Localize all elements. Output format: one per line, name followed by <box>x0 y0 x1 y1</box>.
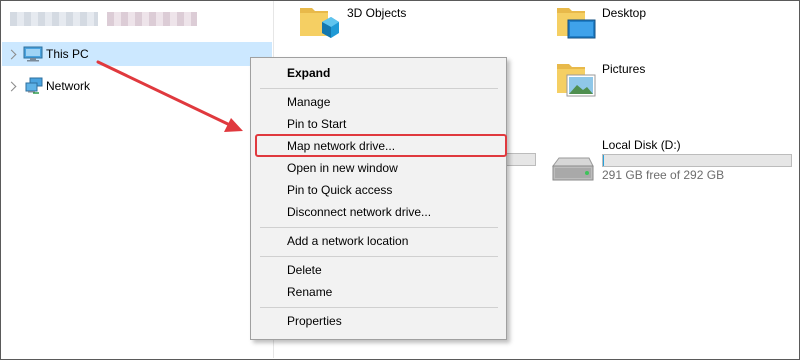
menu-separator <box>260 256 498 257</box>
menu-separator <box>260 307 498 308</box>
folder-label: Pictures <box>602 62 646 76</box>
menu-item-add-network-location[interactable]: Add a network location <box>287 234 408 248</box>
menu-item-rename[interactable]: Rename <box>287 285 332 299</box>
network-icon <box>25 77 43 94</box>
drive-usage-bar <box>602 154 792 167</box>
menu-item-pin-to-start[interactable]: Pin to Start <box>287 117 346 131</box>
3d-objects-folder-icon <box>300 8 339 38</box>
blurred-nav-item <box>10 12 98 26</box>
nav-item-network[interactable]: Network <box>2 74 272 98</box>
nav-item-label: Network <box>46 79 91 93</box>
computer-icon <box>23 46 43 62</box>
menu-item-map-network-drive[interactable]: Map network drive... <box>287 139 395 153</box>
navigation-pane: This PC Network <box>1 1 274 358</box>
chevron-right-icon[interactable] <box>6 49 17 60</box>
pictures-folder-icon <box>557 64 596 97</box>
desktop-folder-icon <box>557 8 596 39</box>
menu-item-manage[interactable]: Manage <box>287 95 330 109</box>
menu-separator <box>260 88 498 89</box>
chevron-right-icon[interactable] <box>6 81 17 92</box>
folder-label: Desktop <box>602 6 647 20</box>
menu-item-properties[interactable]: Properties <box>287 314 342 328</box>
drive-usage-fill <box>603 155 604 166</box>
drive-label: Local Disk (D:) <box>602 138 681 152</box>
context-menu: Expand Manage Pin to Start Map network d… <box>250 57 507 340</box>
menu-item-open-in-new-window[interactable]: Open in new window <box>287 161 398 175</box>
hard-disk-icon <box>552 157 594 181</box>
menu-item-pin-to-quick-access[interactable]: Pin to Quick access <box>287 183 392 197</box>
menu-item-expand[interactable]: Expand <box>287 66 330 80</box>
nav-item-this-pc[interactable]: This PC <box>2 42 272 66</box>
blurred-nav-item <box>107 12 197 26</box>
nav-item-label: This PC <box>46 47 89 61</box>
menu-item-disconnect-network-drive[interactable]: Disconnect network drive... <box>287 205 431 219</box>
folder-label: 3D Objects <box>347 6 407 20</box>
menu-item-delete[interactable]: Delete <box>287 263 322 277</box>
menu-separator <box>260 227 498 228</box>
drive-free-space: 291 GB free of 292 GB <box>602 168 725 182</box>
